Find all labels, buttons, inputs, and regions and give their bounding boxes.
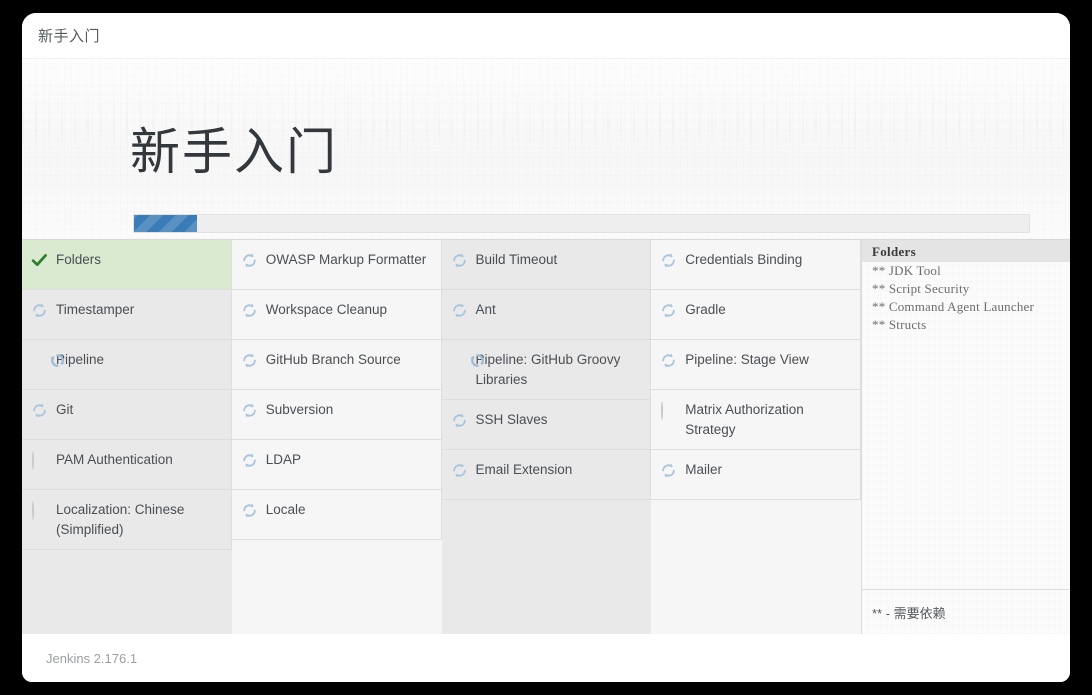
plugin-name-label: PAM Authentication bbox=[56, 452, 173, 467]
log-dependency-line: ** Script Security bbox=[872, 281, 970, 296]
log-legend: ** - 需要依赖 bbox=[862, 589, 1070, 634]
plugin-name-label: Folders bbox=[56, 252, 102, 267]
plugin-cell: Git bbox=[22, 390, 232, 440]
plugin-cell: Pipeline: GitHub Groovy Libraries bbox=[441, 340, 652, 401]
check-icon bbox=[31, 252, 48, 269]
plugin-cell: Workspace Cleanup bbox=[231, 290, 442, 340]
plugin-cell: Locale bbox=[231, 490, 442, 540]
plugin-cell: Subversion bbox=[231, 390, 442, 440]
spinner-icon bbox=[241, 402, 258, 419]
spinner-icon bbox=[451, 412, 468, 429]
plugin-name-label: Gradle bbox=[685, 302, 726, 317]
plugin-cell: Timestamper bbox=[22, 290, 232, 340]
dependency-log-body: Folders ** JDK Tool ** Script Security ** … bbox=[862, 240, 1070, 589]
plugin-cell: Email Extension bbox=[441, 450, 652, 501]
page-title: 新手入门 bbox=[130, 124, 338, 180]
spinner-icon bbox=[660, 252, 677, 269]
plugin-cell: PAM Authentication bbox=[22, 440, 232, 490]
jenkins-version-label: Jenkins 2.176.1 bbox=[46, 650, 138, 666]
plugin-cell: Localization: Chinese (Simplified) bbox=[22, 490, 232, 551]
plugin-column: OWASP Markup Formatter Workspace Cleanup G… bbox=[231, 240, 442, 634]
plugin-name-label: Mailer bbox=[685, 462, 723, 478]
setup-body: Folders Timestamper Pipeline Git PAM Authent… bbox=[22, 239, 1070, 634]
spinner-icon bbox=[660, 352, 677, 369]
spinner-icon bbox=[241, 452, 258, 469]
spinner-icon bbox=[451, 302, 468, 319]
spinner-icon bbox=[241, 352, 258, 369]
install-progress-bar bbox=[133, 214, 1030, 233]
plugin-column: Folders Timestamper Pipeline Git PAM Authent… bbox=[22, 240, 232, 634]
plugin-cell: Credentials Binding bbox=[651, 240, 861, 290]
page-footer: Jenkins 2.176.1 bbox=[22, 634, 1070, 682]
log-dependency-line: ** Structs bbox=[872, 317, 927, 332]
circle-glyph bbox=[32, 451, 34, 470]
spinner-icon bbox=[660, 462, 677, 479]
circle-glyph bbox=[661, 401, 664, 420]
spinner-icon bbox=[241, 502, 258, 519]
window-titlebar: 新手入门 bbox=[22, 13, 1070, 58]
install-progress-fill bbox=[134, 215, 197, 232]
plugin-cell: LDAP bbox=[231, 440, 442, 490]
plugin-name-label: Pipeline: GitHub Groovy Libraries bbox=[475, 352, 621, 387]
plugin-name-label: GitHub Branch Source bbox=[265, 352, 401, 367]
page-header: 新手入门 bbox=[22, 58, 1070, 239]
plugin-install-grid: Folders Timestamper Pipeline Git PAM Authent… bbox=[22, 240, 861, 634]
plugin-name-label: Build Timeout bbox=[475, 252, 558, 267]
spinner-icon bbox=[660, 302, 677, 319]
spinner-icon bbox=[451, 252, 468, 269]
spinner-icon bbox=[451, 462, 468, 479]
plugin-cell: Gradle bbox=[651, 290, 861, 340]
plugin-name-label: Localization: Chinese (Simplified) bbox=[56, 502, 185, 537]
plugin-cell-empty bbox=[442, 500, 652, 550]
spinner-icon bbox=[31, 402, 48, 419]
log-current-plugin: Folders bbox=[862, 240, 1070, 262]
circle-icon bbox=[31, 451, 48, 470]
plugin-name-label: Ant bbox=[475, 302, 496, 317]
spinner-icon bbox=[31, 352, 65, 369]
plugin-cell: Ant bbox=[441, 290, 652, 340]
plugin-name-label: Credentials Binding bbox=[685, 252, 803, 267]
window-title: 新手入门 bbox=[38, 28, 101, 45]
plugin-cell: Mailer bbox=[651, 450, 861, 501]
plugin-name-label: Timestamper bbox=[56, 302, 135, 317]
plugin-name-label: LDAP bbox=[265, 452, 302, 467]
plugin-cell: Pipeline bbox=[22, 340, 232, 390]
log-dependency-line: ** Command Agent Launcher bbox=[872, 299, 1035, 314]
plugin-cell: Pipeline: Stage View bbox=[651, 340, 861, 390]
dependency-log-panel: Folders ** JDK Tool ** Script Security ** … bbox=[861, 240, 1070, 634]
circle-icon bbox=[660, 401, 677, 420]
plugin-name-label: Subversion bbox=[265, 402, 334, 417]
plugin-name-label: Pipeline: Stage View bbox=[685, 352, 809, 367]
plugin-cell: OWASP Markup Formatter bbox=[231, 240, 442, 290]
plugin-cell: Matrix Authorization Strategy bbox=[651, 390, 861, 451]
plugin-name-label: OWASP Markup Formatter bbox=[265, 252, 427, 267]
plugin-name-label: SSH Slaves bbox=[475, 412, 548, 428]
plugin-name-label: Git bbox=[56, 402, 74, 417]
plugin-cell-empty bbox=[651, 500, 861, 550]
circle-glyph bbox=[32, 501, 34, 520]
spinner-icon bbox=[241, 302, 258, 319]
spinner-icon bbox=[241, 252, 258, 269]
plugin-column: Credentials Binding Gradle Pipeline: Stage… bbox=[651, 240, 861, 634]
plugin-cell: Build Timeout bbox=[441, 240, 652, 290]
plugin-column: Build Timeout Ant Pipeline: GitHub Groovy … bbox=[441, 240, 652, 634]
plugin-name-label: Workspace Cleanup bbox=[265, 302, 388, 317]
circle-icon bbox=[31, 501, 48, 520]
spinner-icon bbox=[451, 352, 484, 369]
log-dependency-line: ** JDK Tool bbox=[872, 263, 941, 278]
plugin-cell: GitHub Branch Source bbox=[231, 340, 442, 390]
setup-wizard-window: 新手入门 新手入门 Folders Timestamper Pipeline Git P… bbox=[22, 13, 1070, 682]
plugin-cell: SSH Slaves bbox=[441, 400, 652, 451]
plugin-cell: Folders bbox=[22, 240, 232, 290]
plugin-name-label: Locale bbox=[265, 502, 306, 517]
plugin-name-label: Matrix Authorization Strategy bbox=[685, 402, 804, 437]
plugin-name-label: Email Extension bbox=[475, 462, 573, 478]
spinner-icon bbox=[31, 302, 48, 319]
